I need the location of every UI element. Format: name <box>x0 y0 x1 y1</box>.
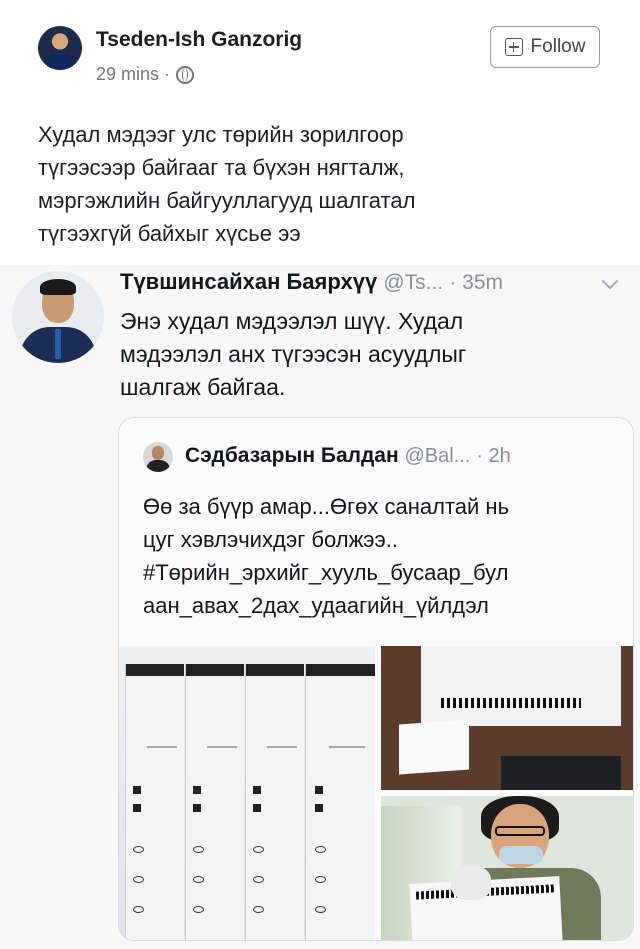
post-author-name[interactable]: Tseden-Ish Ganzorig <box>96 28 302 52</box>
tweet-card: Түвшинсайхан Баярхүү @Ts... · 35m Энэ ху… <box>0 265 640 949</box>
quoted-time[interactable]: · 2h <box>476 445 510 467</box>
follow-button[interactable]: Follow <box>490 26 600 68</box>
facebook-post: Tseden-Ish Ganzorig 29 mins · Follow Худ… <box>0 0 640 265</box>
quoted-text: Өө за бүүр амар...Өгөх саналтай нь цуг х… <box>143 494 510 618</box>
globe-icon <box>176 65 195 84</box>
tweet-author-avatar[interactable] <box>12 271 104 363</box>
chevron-down-icon[interactable] <box>601 272 619 290</box>
tweet-header: Түвшинсайхан Баярхүү @Ts... · 35m <box>120 269 503 295</box>
tweet-text: Энэ худал мэдээлэл шүү. Худал мэдээлэл а… <box>120 308 467 400</box>
follow-plus-icon <box>504 38 523 56</box>
post-text: Худал мэдээг улс төрийн зорилгоор түгээс… <box>38 122 416 246</box>
media-grid <box>119 646 633 940</box>
quoted-author-avatar[interactable] <box>143 442 173 472</box>
follow-label: Follow <box>530 36 586 57</box>
quoted-tweet[interactable]: Сэдбазарын Балдан @Bal... · 2h Өө за бүү… <box>118 417 634 941</box>
tweet-author-name[interactable]: Түвшинсайхан Баярхүү <box>120 269 377 294</box>
ballots-photo[interactable] <box>119 646 375 940</box>
author-avatar[interactable] <box>38 26 82 70</box>
tweet-time[interactable]: · 35m <box>449 271 503 294</box>
quoted-handle[interactable]: @Bal... <box>405 445 471 467</box>
quoted-author-name[interactable]: Сэдбазарын Балдан <box>185 444 399 467</box>
tweet-handle[interactable]: @Ts... <box>383 271 443 294</box>
post-meta: 29 mins · <box>96 64 195 85</box>
ballot-box-photo[interactable] <box>381 646 633 790</box>
post-time[interactable]: 29 mins · <box>96 64 170 85</box>
quoted-header: Сэдбазарын Балдан @Bal... · 2h <box>185 444 511 468</box>
person-with-ballot-photo[interactable] <box>381 796 633 940</box>
